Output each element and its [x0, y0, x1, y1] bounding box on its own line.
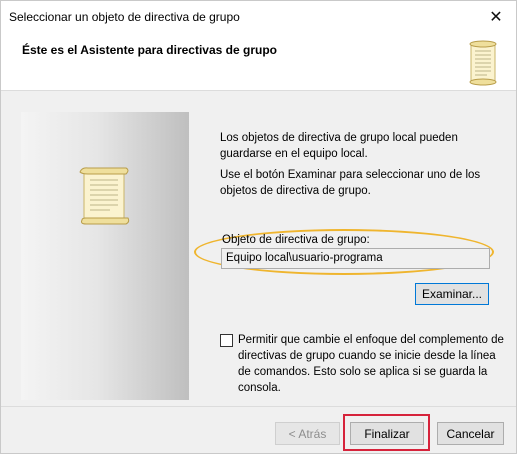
window-title: Seleccionar un objeto de directiva de gr…: [9, 10, 240, 24]
cancel-button[interactable]: Cancelar: [437, 422, 504, 445]
gpo-field-label: Objeto de directiva de grupo:: [222, 234, 370, 246]
title-bar: Seleccionar un objeto de directiva de gr…: [1, 1, 516, 32]
close-button[interactable]: ✕: [476, 1, 516, 32]
wizard-header: Éste es el Asistente para directivas de …: [1, 32, 516, 91]
close-icon: ✕: [489, 8, 503, 26]
info-paragraph-1: Los objetos de directiva de grupo local …: [220, 132, 458, 160]
group-policy-wizard-window: Seleccionar un objeto de directiva de gr…: [0, 0, 517, 454]
back-button[interactable]: < Atrás: [275, 422, 340, 445]
scroll-icon: [469, 40, 497, 86]
change-focus-checkbox-label: Permitir que cambie el enfoque del compl…: [238, 334, 504, 394]
wizard-title: Éste es el Asistente para directivas de …: [22, 43, 277, 57]
change-focus-checkbox[interactable]: [220, 334, 233, 347]
side-graphic-panel: [21, 112, 189, 400]
gpo-field[interactable]: Equipo local\usuario-programa: [221, 248, 490, 269]
wizard-body: Los objetos de directiva de grupo local …: [1, 92, 516, 405]
footer-divider: [1, 406, 516, 407]
scroll-icon: [79, 167, 130, 225]
finish-button[interactable]: Finalizar: [350, 422, 424, 445]
info-paragraph-2: Use el botón Examinar para seleccionar u…: [220, 169, 481, 197]
browse-button[interactable]: Examinar...: [415, 283, 489, 305]
